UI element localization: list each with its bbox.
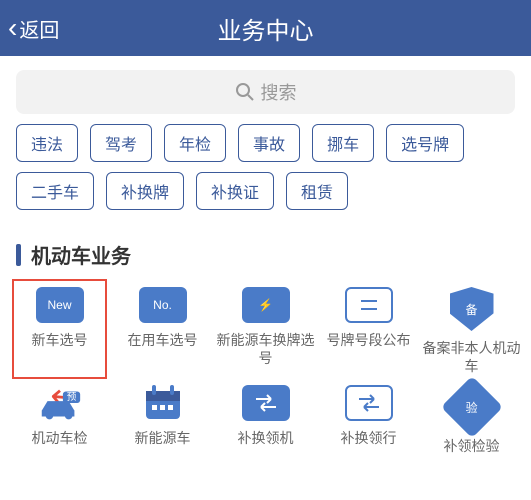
search-icon <box>235 82 255 102</box>
item-label: 备案非本人机动车 <box>420 339 523 375</box>
tag-inspection[interactable]: 年检 <box>164 124 226 162</box>
nev-plate-icon: ⚡ <box>242 287 290 323</box>
item-label: 补换领行 <box>341 429 397 447</box>
service-vehicle-check[interactable]: 预 机动车检 <box>8 385 111 455</box>
item-label: 号牌号段公布 <box>327 331 411 349</box>
plate-range-icon <box>345 287 393 323</box>
new-plate-icon: New <box>36 287 84 323</box>
item-label: 机动车检 <box>32 429 88 447</box>
tag-accident[interactable]: 事故 <box>238 124 300 162</box>
service-plate-range[interactable]: 号牌号段公布 <box>317 287 420 375</box>
tag-driving-exam[interactable]: 驾考 <box>90 124 152 162</box>
item-label: 补领检验 <box>444 437 500 455</box>
item-label: 新能源车 <box>135 429 191 447</box>
service-nev[interactable]: 新能源车 <box>111 385 214 455</box>
service-used-car-plate[interactable]: No. 在用车选号 <box>111 287 214 375</box>
car-check-icon: 预 <box>36 385 84 421</box>
tag-plate-select[interactable]: 选号牌 <box>386 124 464 162</box>
calendar-icon <box>139 385 187 421</box>
tag-violation[interactable]: 违法 <box>16 124 78 162</box>
item-label: 新能源车换牌选号 <box>214 331 317 367</box>
back-button[interactable]: ‹ 返回 <box>0 12 59 44</box>
service-new-car-plate[interactable]: New 新车选号 ↖ <box>8 287 111 375</box>
service-grid: New 新车选号 ↖ No. 在用车选号 ⚡ 新能源车换牌选号 号牌号段公布 备… <box>0 277 531 466</box>
svg-text:预: 预 <box>66 392 76 403</box>
service-register-other[interactable]: 备 备案非本人机动车 <box>420 287 523 375</box>
service-inspection-cert[interactable]: 验 补领检验 <box>420 385 523 455</box>
swap-plate-icon <box>242 385 290 421</box>
search-input[interactable]: 搜索 <box>16 70 515 114</box>
tag-replace-plate[interactable]: 补换牌 <box>106 172 184 210</box>
used-plate-icon: No. <box>139 287 187 323</box>
service-replace-reg[interactable]: 补换领机 <box>214 385 317 455</box>
app-header: ‹ 返回 业务中心 <box>0 0 531 56</box>
swap-cert-icon <box>345 385 393 421</box>
item-label: 在用车选号 <box>128 331 198 349</box>
tag-replace-cert[interactable]: 补换证 <box>196 172 274 210</box>
item-label: 补换领机 <box>238 429 294 447</box>
section-title-text: 机动车业务 <box>31 240 131 269</box>
service-replace-license[interactable]: 补换领行 <box>317 385 420 455</box>
back-label: 返回 <box>19 14 59 43</box>
diamond-icon: 验 <box>440 376 502 438</box>
item-label: 新车选号 <box>32 331 88 349</box>
page-title: 业务中心 <box>218 11 314 46</box>
search-placeholder: 搜索 <box>261 79 297 105</box>
tag-list: 违法 驾考 年检 事故 挪车 选号牌 二手车 补换牌 补换证 租赁 <box>0 124 531 226</box>
tag-rental[interactable]: 租赁 <box>286 172 348 210</box>
title-bar-icon <box>16 244 21 266</box>
tag-used-car[interactable]: 二手车 <box>16 172 94 210</box>
section-title-vehicle: 机动车业务 <box>0 226 531 277</box>
service-nev-plate[interactable]: ⚡ 新能源车换牌选号 <box>214 287 317 375</box>
tag-move-car[interactable]: 挪车 <box>312 124 374 162</box>
shield-icon: 备 <box>450 287 494 331</box>
back-chevron-icon: ‹ <box>8 12 17 44</box>
search-wrap: 搜索 <box>0 56 531 124</box>
